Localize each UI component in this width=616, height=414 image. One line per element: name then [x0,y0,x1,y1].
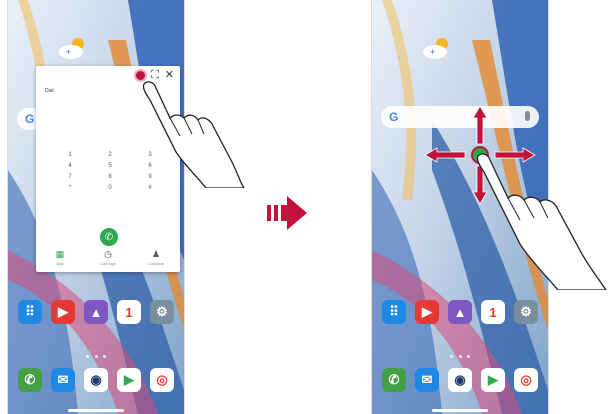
clock-icon: ◷ [104,249,112,259]
gallery-icon[interactable]: ▲ [84,300,108,324]
chrome-icon[interactable]: ◎ [514,368,538,392]
google-logo-icon: G [389,110,399,124]
dock: ✆ ✉ ◉ ▶ ◎ [18,368,174,394]
arrow-right-icon [267,196,307,230]
keypad-key[interactable]: * [50,185,90,191]
page-indicator [86,355,106,359]
hand-pointer-icon [142,81,245,188]
weather-icon[interactable]: + [56,36,90,62]
play-store-icon[interactable]: ▶ [481,368,505,392]
page-indicator [450,355,470,359]
tab-contacts[interactable]: ♟ Contacts [141,249,171,267]
person-icon: ♟ [151,249,161,259]
google-logo-icon: G [25,112,35,126]
apps-folder-icon[interactable]: ⠿ [18,300,42,324]
phone-app-icon[interactable]: ✆ [382,368,406,392]
play-store-icon[interactable]: ▶ [117,368,141,392]
settings-icon[interactable]: ⚙ [514,300,538,324]
popup-tab-bar: ▦ Dial ◷ Call logs ♟ Contacts [36,249,180,267]
home-indicator [432,409,488,412]
svg-text:+: + [430,47,435,57]
phone-icon: ✆ [104,231,114,243]
home-indicator [68,409,124,412]
youtube-icon[interactable]: ▶ [51,300,75,324]
tab-dial[interactable]: ▦ Dial [45,249,75,267]
apps-folder-icon[interactable]: ⠿ [382,300,406,324]
keypad-key[interactable]: 5 [90,163,130,169]
svg-text:+: + [66,47,71,57]
keypad-key[interactable]: 4 [50,163,90,169]
hand-pointer-icon [476,153,607,290]
gallery-icon[interactable]: ▲ [448,300,472,324]
phone-app-icon[interactable]: ✆ [18,368,42,392]
settings-icon[interactable]: ⚙ [150,300,174,324]
tab-label: Contacts [148,261,164,266]
popup-title: Dial [45,88,54,94]
tab-call-logs[interactable]: ◷ Call logs [93,249,123,267]
app-row: ⠿ ▶ ▲ 1 ⚙ [382,300,538,326]
chrome-icon[interactable]: ◎ [150,368,174,392]
camera-icon[interactable]: ◉ [448,368,472,392]
dock: ✆ ✉ ◉ ▶ ◎ [382,368,538,394]
keypad-key[interactable]: 0 [90,185,130,191]
keypad-key[interactable]: 8 [90,174,130,180]
keypad-icon: ▦ [55,249,65,259]
camera-icon[interactable]: ◉ [84,368,108,392]
keypad-key[interactable]: 1 [50,152,90,158]
app-row: ⠿ ▶ ▲ 1 ⚙ [18,300,174,326]
youtube-icon[interactable]: ▶ [415,300,439,324]
keypad-key[interactable]: 2 [90,152,130,158]
messages-icon[interactable]: ✉ [415,368,439,392]
left-phone-screen: + G Dial ⛶ ✕ 1 2 3 4 5 6 7 8 9 * 0 # ✆ ▦… [7,0,185,414]
one-app-icon[interactable]: 1 [117,300,141,324]
one-app-icon[interactable]: 1 [481,300,505,324]
tab-label: Dial [56,261,64,266]
call-button[interactable]: ✆ [100,228,118,246]
tab-label: Call logs [100,261,116,266]
keypad-key[interactable]: 7 [50,174,90,180]
messages-icon[interactable]: ✉ [51,368,75,392]
weather-icon[interactable]: + [420,36,454,62]
